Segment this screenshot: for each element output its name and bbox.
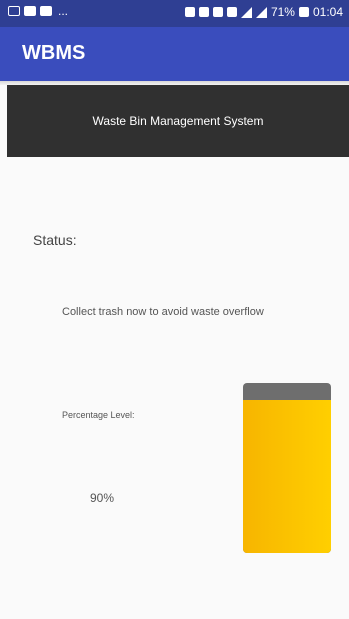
percentage-label: Percentage Level: — [62, 410, 135, 420]
status-message: Collect trash now to avoid waste overflo… — [62, 306, 264, 318]
status-label: Status: — [33, 232, 77, 248]
clock: 01:04 — [312, 5, 343, 19]
message-icon — [40, 6, 52, 16]
alarm-icon — [198, 7, 209, 17]
gallery-icon — [8, 6, 20, 16]
percentage-value: 90% — [90, 491, 115, 505]
app-bar: WBMS — [0, 27, 349, 81]
battery-icon — [298, 7, 309, 17]
more-notifications-icon: ... — [58, 4, 69, 18]
status-bar: ... 71% 01:04 — [0, 0, 349, 27]
battery-percent: 71% — [270, 5, 295, 19]
signal-icon-2 — [255, 6, 267, 18]
video-icon — [24, 6, 36, 16]
notification-icons: ... — [8, 4, 69, 18]
main-content: Waste Bin Management System Status: Coll… — [0, 85, 349, 619]
mute-icon — [184, 7, 195, 17]
system-icons: 71% 01:04 — [184, 5, 343, 19]
signal-icon — [240, 6, 252, 18]
wifi-icon — [212, 7, 223, 17]
header-banner: Waste Bin Management System — [7, 85, 349, 157]
data-icon — [226, 7, 237, 17]
app-title: WBMS — [22, 42, 86, 64]
bin-fill — [243, 400, 331, 553]
screen: ... 71% 01:04 WBMS Waste Bin Management … — [0, 0, 349, 619]
header-title: Waste Bin Management System — [92, 114, 264, 128]
bin-level-gauge — [243, 383, 331, 553]
